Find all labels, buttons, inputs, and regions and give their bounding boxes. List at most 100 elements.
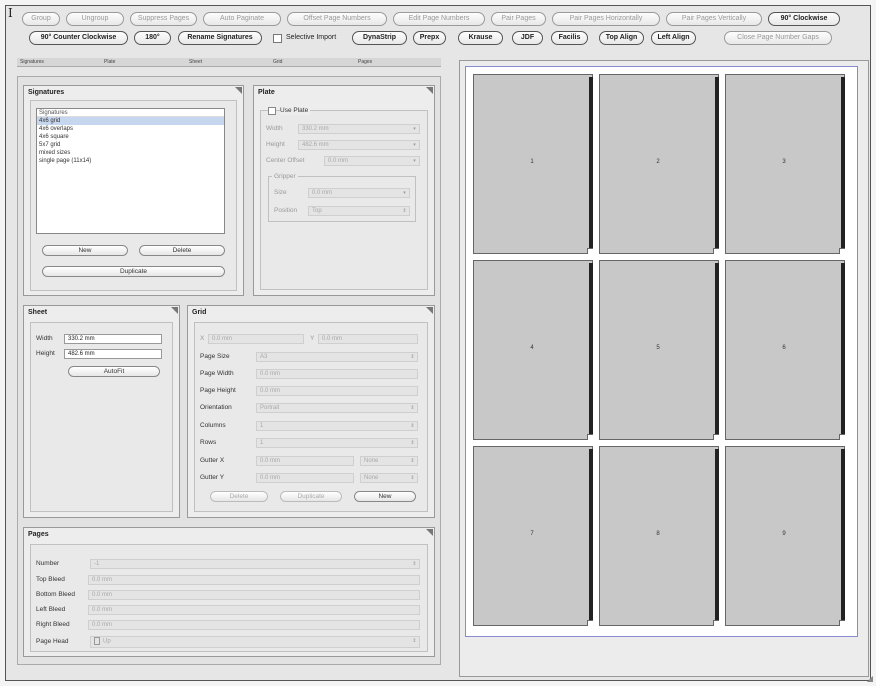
offset-page-numbers-button[interactable]: Offset Page Numbers [287, 12, 387, 26]
facilis-button[interactable]: Facilis [551, 31, 588, 45]
preview-page[interactable]: 1 [473, 74, 593, 254]
close-page-number-gaps-button[interactable]: Close Page Number Gaps [724, 31, 832, 45]
list-item[interactable]: 4x6 grid [37, 117, 224, 125]
plate-height-field[interactable]: 482.6 mm ▾ [298, 140, 420, 150]
dynastrip-button[interactable]: DynaStrip [352, 31, 407, 45]
90-counter-clockwise-button[interactable]: 90° Counter Clockwise [29, 31, 128, 45]
column-header-sheet: Sheet [189, 59, 203, 65]
edit-page-numbers-button[interactable]: Edit Page Numbers [393, 12, 485, 26]
panel-corner-icon[interactable] [235, 87, 242, 94]
rows-label: Rows [200, 439, 217, 446]
plate-panel: Plate Use Plate Width 330.2 mm ▾ Height 4… [253, 85, 435, 296]
suppress-pages-button[interactable]: Suppress Pages [130, 12, 197, 26]
panel-corner-icon[interactable] [426, 529, 433, 536]
page-head-select[interactable]: Up ⇕ [90, 636, 420, 648]
center-offset-label: Center Offset [266, 157, 305, 164]
panel-corner-icon[interactable] [171, 307, 178, 314]
page-number: 3 [782, 159, 786, 165]
autofit-button[interactable]: AutoFit [68, 366, 160, 377]
bottom-bleed-field[interactable]: 0.0 mm [88, 590, 420, 600]
preview-page[interactable]: 3 [725, 74, 845, 254]
page-size-select[interactable]: A3 ⇕ [256, 352, 418, 362]
center-offset-field[interactable]: 0.0 mm ▾ [324, 156, 420, 166]
columns-field[interactable]: 1 ⇕ [256, 421, 418, 431]
preview-page[interactable]: 4 [473, 260, 593, 440]
180-button[interactable]: 180° [134, 31, 171, 45]
grid-delete-button[interactable]: Delete [210, 491, 268, 502]
gutter-y-field[interactable]: 0.0 mm [256, 473, 354, 483]
page-number: 6 [782, 345, 786, 351]
page-number: 9 [782, 531, 786, 537]
page-corner-icon [839, 434, 845, 440]
sheet-canvas[interactable]: 1 2 3 4 5 6 7 8 9 [465, 66, 858, 637]
pair-pages-vertically-button[interactable]: Pair Pages Vertically [666, 12, 762, 26]
gripper-size-field[interactable]: 0.0 mm ▾ [308, 188, 410, 198]
top-bleed-label: Top Bleed [36, 576, 65, 583]
top-bleed-field[interactable]: 0.0 mm [88, 575, 420, 585]
list-item[interactable]: 5x7 grid [37, 141, 224, 149]
orientation-select[interactable]: Portrait ⇕ [256, 403, 418, 413]
drag-handle-icon[interactable]: Ⅰ [8, 7, 13, 21]
signatures-title: Signatures [28, 89, 65, 96]
use-plate-checkbox[interactable] [268, 107, 276, 115]
ungroup-button[interactable]: Ungroup [66, 12, 124, 26]
chevron-updown-icon: ⇕ [410, 458, 415, 464]
page-head-label: Page Head [36, 638, 69, 645]
preview-page[interactable]: 9 [725, 446, 845, 626]
column-header-plate: Plate [104, 59, 116, 65]
grid-x-field[interactable]: 0.0 mm [208, 334, 304, 344]
grid-y-field[interactable]: 0.0 mm [318, 334, 418, 344]
preview-page[interactable]: 8 [599, 446, 719, 626]
page-width-field[interactable]: 0.0 mm [256, 369, 418, 379]
grid-duplicate-button[interactable]: Duplicate [280, 491, 342, 502]
list-item[interactable]: mixed sizes [37, 149, 224, 157]
new-signature-button[interactable]: New [42, 245, 128, 256]
column-header-signatures: Signatures [20, 59, 44, 65]
resize-grip-icon[interactable]: ◢ [867, 674, 873, 683]
list-item[interactable]: 4x6 square [37, 133, 224, 141]
page-height-field[interactable]: 0.0 mm [256, 386, 418, 396]
panel-corner-icon[interactable] [426, 307, 433, 314]
number-field[interactable]: -1 ⇕ [90, 559, 420, 569]
panel-corner-icon[interactable] [426, 87, 433, 94]
right-bleed-label: Right Bleed [36, 621, 70, 628]
krause-button[interactable]: Krause [458, 31, 503, 45]
gutter-y-mode-select[interactable]: None ⇕ [360, 473, 418, 483]
duplicate-signature-button[interactable]: Duplicate [42, 266, 225, 277]
preview-page[interactable]: 5 [599, 260, 719, 440]
90-clockwise-button[interactable]: 90° Clockwise [768, 12, 840, 26]
grid-inner [194, 322, 428, 512]
sheet-height-field[interactable]: 482.6 mm [64, 349, 162, 359]
gripper-position-select[interactable]: Top ⇕ [308, 206, 410, 216]
group-button[interactable]: Group [22, 12, 60, 26]
preview-page[interactable]: 7 [473, 446, 593, 626]
sheet-width-field[interactable]: 330.2 mm [64, 334, 162, 344]
prepx-button[interactable]: Prepx [413, 31, 446, 45]
signatures-list[interactable]: Signatures 4x6 grid 4x6 overlaps 4x6 squ… [36, 108, 225, 234]
stepper-icon: ▾ [413, 158, 416, 164]
orientation-label: Orientation [200, 404, 232, 411]
left-bleed-field[interactable]: 0.0 mm [88, 605, 420, 615]
preview-page[interactable]: 6 [725, 260, 845, 440]
list-item[interactable]: 4x6 overlaps [37, 125, 224, 133]
grid-new-button[interactable]: New [354, 491, 416, 502]
plate-width-field[interactable]: 330.2 mm ▾ [298, 124, 420, 134]
list-item[interactable]: single page (11x14) [37, 157, 224, 165]
use-plate-label: Use Plate [280, 106, 311, 115]
top-align-button[interactable]: Top Align [599, 31, 644, 45]
pair-pages-horizontally-button[interactable]: Pair Pages Horizontally [552, 12, 660, 26]
selective-import-checkbox[interactable] [273, 34, 282, 43]
pair-pages-button[interactable]: Pair Pages [491, 12, 546, 26]
preview-page[interactable]: 2 [599, 74, 719, 254]
jdf-button[interactable]: JDF [512, 31, 543, 45]
gutter-x-mode-select[interactable]: None ⇕ [360, 456, 418, 466]
rows-field[interactable]: 1 ⇕ [256, 438, 418, 448]
gutter-x-field[interactable]: 0.0 mm [256, 456, 354, 466]
left-align-button[interactable]: Left Align [651, 31, 696, 45]
right-bleed-field[interactable]: 0.0 mm [88, 620, 420, 630]
delete-signature-button[interactable]: Delete [139, 245, 225, 256]
stepper-icon: ▾ [413, 126, 416, 132]
rename-signatures-button[interactable]: Rename Signatures [178, 31, 262, 45]
grid-y-label: Y [310, 335, 315, 342]
auto-paginate-button[interactable]: Auto Paginate [203, 12, 281, 26]
